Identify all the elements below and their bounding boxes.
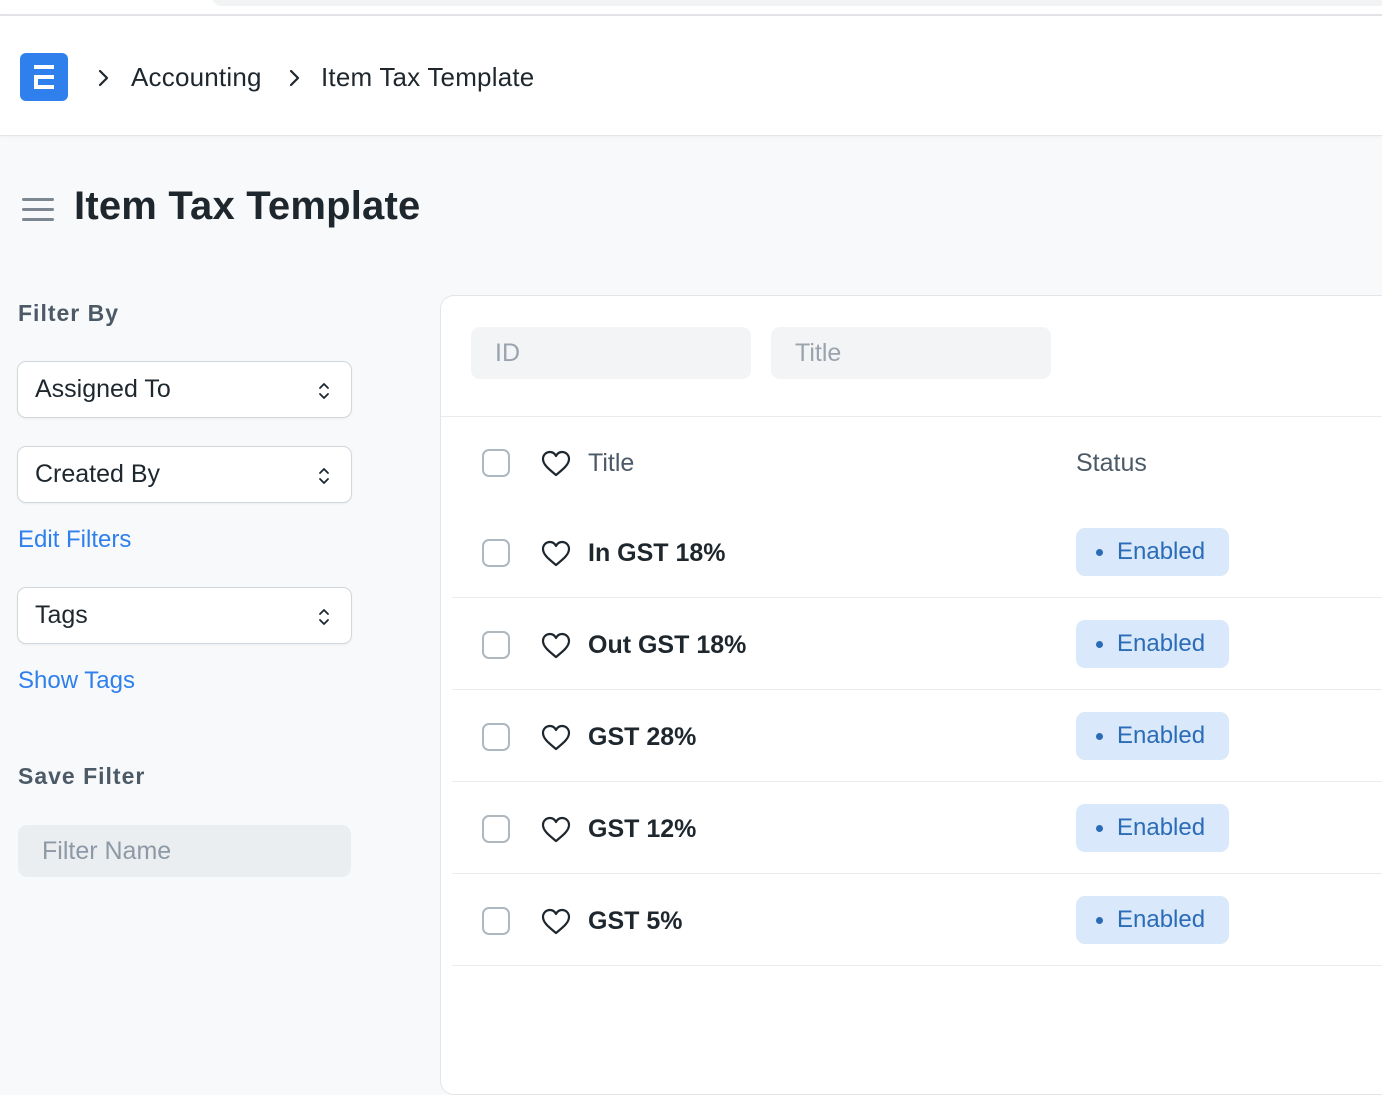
- status-badge-label: Enabled: [1117, 538, 1206, 565]
- table-row[interactable]: Out GST 18% Enabled: [452, 598, 1382, 690]
- list-panel: Title Status In GST 18% Enabled Out GST …: [440, 295, 1382, 1095]
- table-row[interactable]: GST 28% Enabled: [452, 690, 1382, 782]
- chevron-right-icon: [98, 69, 109, 87]
- status-dot-icon: [1096, 548, 1103, 556]
- select-updown-icon: [319, 383, 329, 399]
- row-checkbox[interactable]: [482, 631, 510, 659]
- row-checkbox[interactable]: [482, 815, 510, 843]
- heart-icon[interactable]: [541, 450, 571, 478]
- status-badge[interactable]: Enabled: [1076, 896, 1229, 944]
- assigned-to-select[interactable]: Assigned To: [17, 361, 352, 418]
- status-dot-icon: [1096, 916, 1103, 924]
- row-title[interactable]: GST 12%: [588, 815, 696, 844]
- filter-divider: [441, 416, 1382, 417]
- status-badge-label: Enabled: [1117, 630, 1206, 657]
- tags-select[interactable]: Tags: [17, 587, 352, 644]
- status-badge[interactable]: Enabled: [1076, 712, 1229, 760]
- hamburger-menu-icon[interactable]: [22, 198, 54, 224]
- row-title[interactable]: GST 5%: [588, 907, 682, 936]
- status-badge-label: Enabled: [1117, 906, 1206, 933]
- page-header: Item Tax Template: [0, 180, 800, 240]
- row-checkbox[interactable]: [482, 907, 510, 935]
- status-badge-label: Enabled: [1117, 814, 1206, 841]
- table-row[interactable]: GST 5% Enabled: [452, 874, 1382, 966]
- browser-url-bar[interactable]: [212, 0, 1382, 6]
- tags-label: Tags: [35, 601, 88, 629]
- chevron-right-icon: [289, 69, 300, 87]
- select-updown-icon: [319, 468, 329, 484]
- status-dot-icon: [1096, 640, 1103, 648]
- row-title[interactable]: Out GST 18%: [588, 631, 746, 660]
- status-dot-icon: [1096, 732, 1103, 740]
- edit-filters-link[interactable]: Edit Filters: [18, 526, 131, 554]
- row-checkbox[interactable]: [482, 539, 510, 567]
- title-filter-input[interactable]: [771, 327, 1051, 379]
- heart-icon[interactable]: [541, 908, 571, 936]
- browser-top-strip: [0, 0, 1382, 16]
- assigned-to-label: Assigned To: [35, 375, 171, 403]
- created-by-label: Created By: [35, 460, 161, 488]
- column-header-status[interactable]: Status: [1076, 449, 1147, 478]
- select-all-checkbox[interactable]: [482, 449, 510, 477]
- breadcrumb-accounting[interactable]: Accounting: [131, 60, 262, 94]
- column-header-title[interactable]: Title: [588, 449, 634, 478]
- table-row[interactable]: GST 12% Enabled: [452, 782, 1382, 874]
- show-tags-link[interactable]: Show Tags: [18, 667, 135, 695]
- table-row[interactable]: In GST 18% Enabled: [452, 506, 1382, 598]
- navbar: Accounting Item Tax Template: [0, 16, 1382, 136]
- status-badge-label: Enabled: [1117, 722, 1206, 749]
- select-updown-icon: [319, 609, 329, 625]
- save-filter-label: Save Filter: [18, 763, 146, 789]
- heart-icon[interactable]: [541, 724, 571, 752]
- id-filter-input[interactable]: [471, 327, 751, 379]
- breadcrumb-item-tax-template[interactable]: Item Tax Template: [321, 60, 534, 94]
- row-title[interactable]: In GST 18%: [588, 539, 726, 568]
- app-logo-icon[interactable]: [20, 53, 68, 101]
- list-header-row: Title Status: [452, 418, 1382, 510]
- status-dot-icon: [1096, 824, 1103, 832]
- row-title[interactable]: GST 28%: [588, 723, 696, 752]
- heart-icon[interactable]: [541, 632, 571, 660]
- status-badge[interactable]: Enabled: [1076, 528, 1229, 576]
- filter-name-input[interactable]: [18, 825, 351, 877]
- heart-icon[interactable]: [541, 540, 571, 568]
- row-checkbox[interactable]: [482, 723, 510, 751]
- heart-icon[interactable]: [541, 816, 571, 844]
- filter-by-label: Filter By: [18, 300, 120, 326]
- status-badge[interactable]: Enabled: [1076, 804, 1229, 852]
- created-by-select[interactable]: Created By: [17, 446, 352, 503]
- page-title: Item Tax Template: [74, 184, 421, 228]
- status-badge[interactable]: Enabled: [1076, 620, 1229, 668]
